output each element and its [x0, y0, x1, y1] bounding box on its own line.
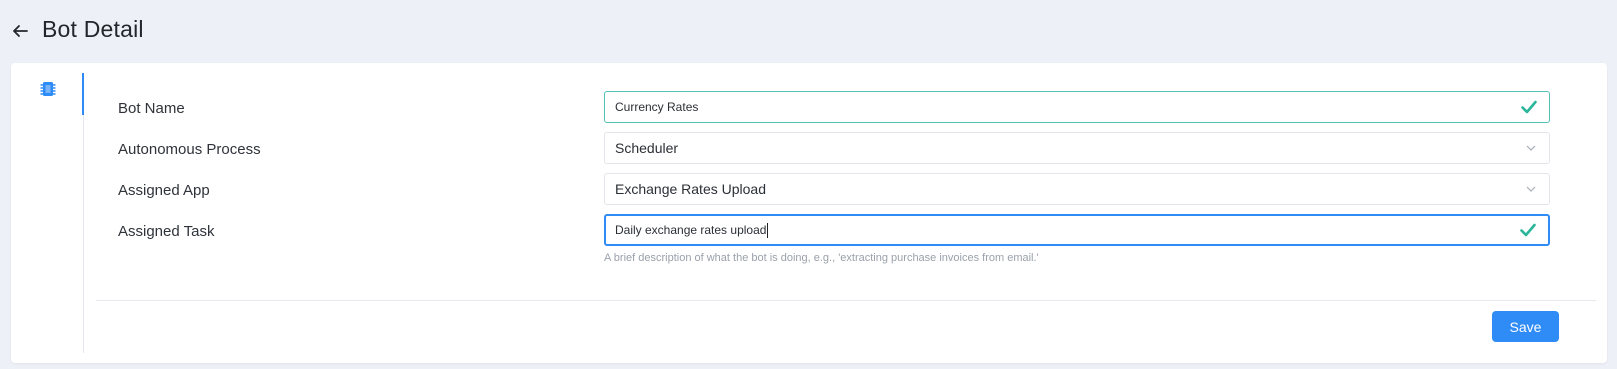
- autonomous-process-value: Scheduler: [615, 140, 679, 156]
- assigned-app-select[interactable]: Exchange Rates Upload: [604, 173, 1550, 205]
- assigned-app-label: Assigned App: [118, 182, 210, 199]
- sidebar-active-indicator: [82, 73, 84, 115]
- chip-icon: [40, 82, 56, 96]
- bot-name-label: Bot Name: [118, 100, 185, 117]
- bot-name-value: Currency Rates: [615, 100, 699, 114]
- sidebar-tab-details[interactable]: [11, 63, 85, 115]
- assigned-task-label: Assigned Task: [118, 223, 215, 240]
- check-icon: [1521, 100, 1537, 114]
- text-caret: [767, 222, 769, 238]
- assigned-task-input[interactable]: Daily exchange rates upload: [604, 214, 1550, 246]
- autonomous-process-select[interactable]: Scheduler: [604, 132, 1550, 164]
- assigned-app-value: Exchange Rates Upload: [615, 181, 766, 197]
- assigned-task-value: Daily exchange rates upload: [615, 223, 767, 237]
- sidebar-divider: [83, 73, 84, 353]
- arrow-left-icon: [13, 25, 28, 37]
- assigned-task-hint: A brief description of what the bot is d…: [604, 252, 1039, 264]
- check-icon: [1520, 223, 1536, 237]
- chevron-down-icon: [1526, 145, 1536, 151]
- page-header: Bot Detail: [0, 0, 1617, 62]
- autonomous-process-label: Autonomous Process: [118, 141, 261, 158]
- page-title: Bot Detail: [42, 16, 144, 42]
- save-button[interactable]: Save: [1492, 311, 1559, 342]
- back-button[interactable]: [8, 19, 32, 43]
- chevron-down-icon: [1526, 186, 1536, 192]
- form-footer-divider: [96, 300, 1596, 301]
- bot-name-field[interactable]: Currency Rates: [604, 91, 1550, 123]
